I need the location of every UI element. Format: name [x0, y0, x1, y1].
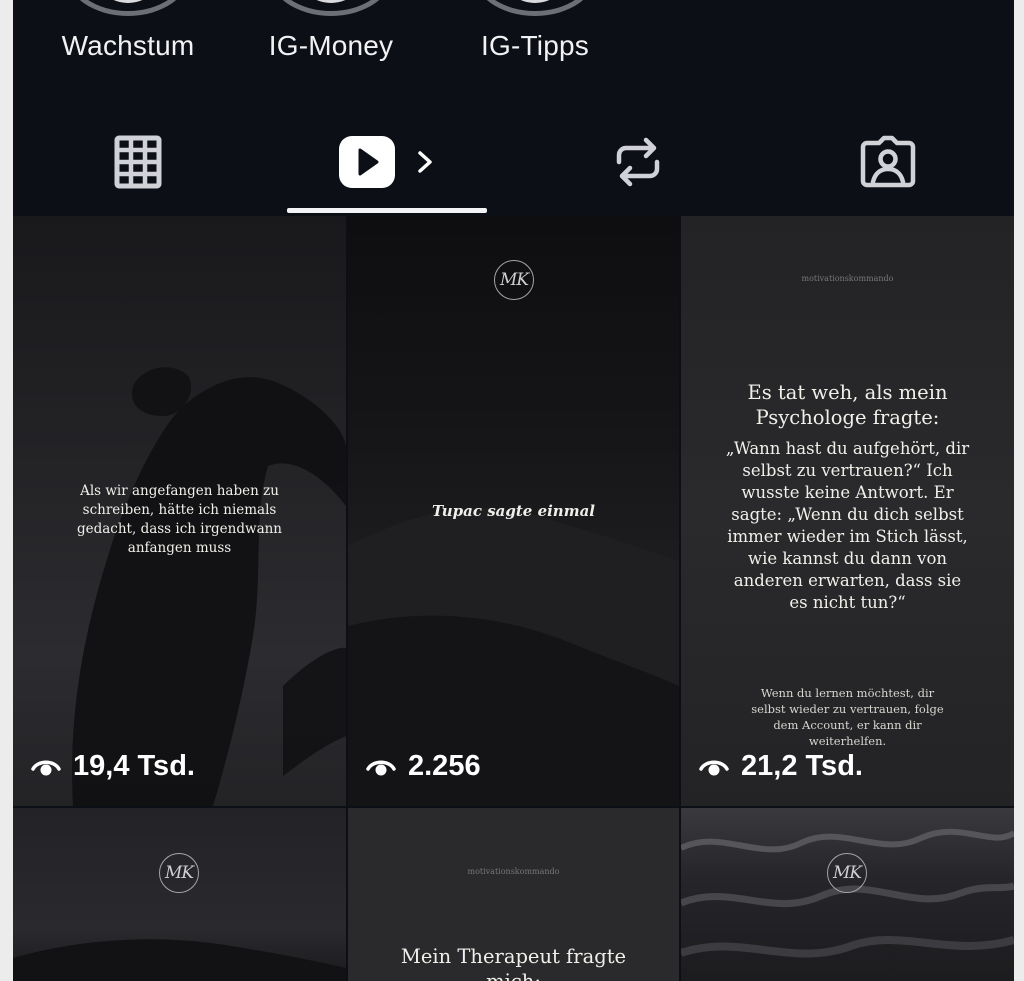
- reel-thumbnail-1[interactable]: Als wir angefangen haben zu schreiben, h…: [13, 216, 346, 806]
- highlight-ig-tipps[interactable]: IG-Tipps: [455, 0, 615, 70]
- reels-icon: [339, 136, 395, 188]
- reel-thumbnail-5[interactable]: motivationskommando Mein Therapeut fragt…: [348, 808, 679, 981]
- brand-logo: MK: [494, 260, 534, 300]
- tab-reels[interactable]: [263, 110, 513, 214]
- quote-title: Es tat weh, als mein Psychologe fragte:: [747, 381, 948, 429]
- highlight-ig-money[interactable]: IG-Money: [251, 0, 411, 70]
- waves-image: [681, 828, 1014, 958]
- reel-caption: Tupac sagte einmal: [431, 502, 596, 520]
- profile-screen: Wachstum IG-Money IG-Tipps Als wir angef…: [13, 0, 1014, 981]
- reel-thumbnail-4[interactable]: MK: [13, 808, 346, 981]
- view-count-text: 19,4 Tsd.: [73, 750, 195, 782]
- brand-logo: MK: [159, 853, 199, 893]
- highlight-label: IG-Tipps: [481, 30, 589, 61]
- quote-body: „Wann hast du aufgehört, dir selbst zu v…: [725, 439, 970, 612]
- view-count-text: 21,2 Tsd.: [741, 750, 863, 782]
- view-count: 21,2 Tsd.: [699, 750, 863, 783]
- quote-title: Mein Therapeut fragte mich:: [400, 945, 627, 981]
- highlight-ring: [268, 0, 394, 16]
- brand-watermark: motivationskommando: [467, 867, 560, 876]
- view-count: 2.256: [366, 750, 481, 783]
- reposts-icon: [616, 137, 660, 187]
- view-count: 19,4 Tsd.: [31, 750, 195, 783]
- profile-tabs: [13, 110, 1014, 214]
- active-tab-indicator: [287, 208, 487, 213]
- tab-posts-grid[interactable]: [13, 110, 263, 214]
- eye-icon: [366, 760, 396, 775]
- highlight-wachstum[interactable]: Wachstum: [48, 0, 208, 70]
- grid-icon: [114, 135, 162, 189]
- highlight-ring: [65, 0, 191, 16]
- brand-logo: MK: [827, 853, 867, 893]
- reel-thumbnail-2[interactable]: MK Tupac sagte einmal 2.256: [348, 216, 679, 806]
- quote-footer: Wenn du lernen möchtest, dir selbst wied…: [751, 686, 944, 748]
- view-count-text: 2.256: [408, 750, 481, 782]
- chevron-right-icon: [418, 151, 432, 173]
- brand-watermark: motivationskommando: [801, 274, 894, 283]
- reel-thumbnail-6[interactable]: MK: [681, 808, 1014, 981]
- mountain-image: [13, 939, 346, 981]
- highlight-label: IG-Money: [268, 30, 394, 61]
- eye-icon: [699, 760, 729, 775]
- reel-caption: Als wir angefangen haben zu schreiben, h…: [76, 483, 283, 556]
- reel-thumbnail-3[interactable]: motivationskommando Es tat weh, als mein…: [681, 216, 1014, 806]
- tab-tagged[interactable]: [763, 110, 1013, 214]
- eye-icon: [31, 760, 61, 775]
- tagged-icon: [860, 135, 916, 188]
- tab-reposts[interactable]: [513, 110, 763, 214]
- highlight-ring: [472, 0, 598, 16]
- highlight-label: Wachstum: [61, 30, 195, 61]
